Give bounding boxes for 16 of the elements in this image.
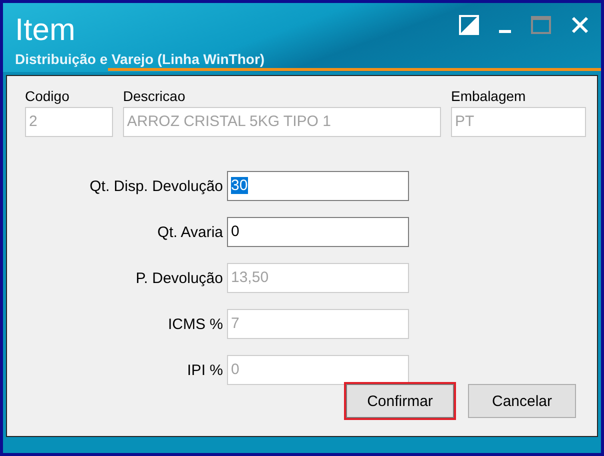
contrast-icon[interactable] xyxy=(459,15,479,35)
field-label: ICMS % xyxy=(166,316,223,332)
field-label: Embalagem xyxy=(451,88,527,104)
field-label: Qt. Disp. Devolução xyxy=(88,178,223,194)
window-subtitle: Distribuição e Varejo (Linha WinThor) xyxy=(15,51,265,67)
window-title: Item xyxy=(15,13,76,47)
field-label: P. Devolução xyxy=(134,270,223,286)
field-label: Codigo xyxy=(25,88,70,104)
input-field[interactable]: 0 xyxy=(227,217,409,247)
field-label: IPI % xyxy=(186,362,223,378)
field-label: Descricao xyxy=(123,88,186,104)
close-icon[interactable] xyxy=(571,16,589,34)
cancel-button[interactable]: Cancelar xyxy=(468,384,576,418)
input-field[interactable]: 30 xyxy=(227,171,409,201)
confirm-button[interactable]: Confirmar xyxy=(346,384,454,418)
field-label: Qt. Avaria xyxy=(156,224,223,240)
